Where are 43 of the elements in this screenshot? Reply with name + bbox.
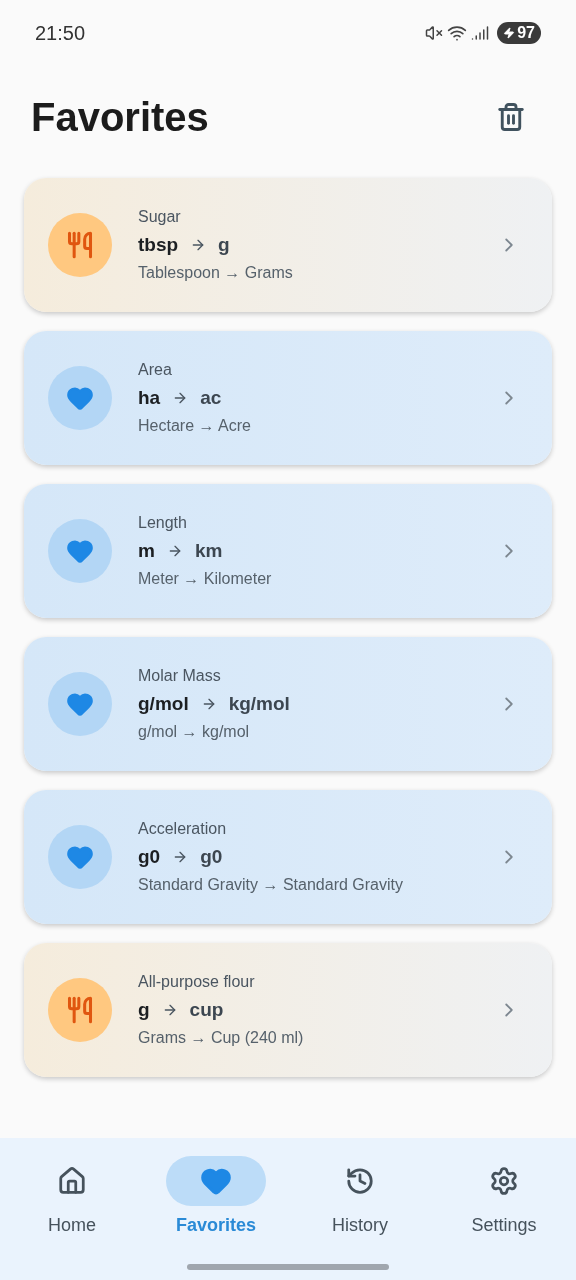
from-unit: g/mol — [138, 692, 189, 716]
delete-icon[interactable] — [496, 102, 526, 132]
category-label: Area — [138, 360, 173, 380]
page-title: Favorites — [31, 94, 209, 141]
category-label: Length — [138, 513, 188, 533]
favorite-card[interactable]: Acceleration g0 g0 Standard Gravity → Standard Gravity — [24, 790, 552, 924]
settings-icon — [489, 1166, 519, 1196]
nav-tab[interactable]: History — [300, 1156, 420, 1239]
history-icon — [345, 1166, 375, 1196]
from-unit: tbsp — [138, 233, 179, 257]
conversion-description: Tablespoon → Grams — [138, 263, 294, 283]
favorite-card[interactable]: All-purpose flour g cup Grams → Cup (240 ml) — [24, 943, 552, 1077]
conversion-description: g/mol → kg/mol — [138, 722, 251, 742]
conversion-description: Meter → Kilometer — [138, 569, 273, 589]
from-unit: g0 — [138, 845, 161, 869]
to-unit: km — [194, 539, 223, 563]
mute-icon — [425, 24, 444, 42]
category-label: Molar Mass — [138, 666, 222, 686]
favorite-card[interactable]: Sugar tbsp g Tablespoon → Grams — [24, 178, 552, 312]
home-icon — [57, 1166, 87, 1196]
from-unit: m — [138, 539, 155, 563]
nav-tab[interactable]: Home — [12, 1156, 132, 1239]
to-unit: kg/mol — [228, 692, 290, 716]
from-unit: g — [138, 998, 150, 1022]
category-label: Acceleration — [138, 819, 228, 839]
conversion-description: Grams → Cup (240 ml) — [138, 1028, 305, 1048]
to-unit: cup — [189, 998, 224, 1022]
to-unit: ac — [200, 386, 222, 410]
wifi-icon — [447, 23, 468, 43]
conversion-description: Standard Gravity → Standard Gravity — [138, 875, 404, 895]
nav-tab[interactable]: Settings — [444, 1156, 564, 1239]
signal-icon — [471, 24, 490, 42]
to-unit: g0 — [200, 845, 223, 869]
favorite-card[interactable]: Length m km Meter → Kilometer — [24, 484, 552, 618]
favorite-card[interactable]: Molar Mass g/mol kg/mol g/mol → kg/mol — [24, 637, 552, 771]
conversion-description: Hectare → Acre — [138, 416, 252, 436]
status-time: 21:50 — [35, 21, 86, 46]
favorite-card[interactable]: Area ha ac Hectare → Acre — [24, 331, 552, 465]
from-unit: ha — [138, 386, 161, 410]
to-unit: g — [218, 233, 230, 257]
battery-indicator: 97 — [497, 22, 541, 44]
category-label: All-purpose flour — [138, 972, 256, 992]
category-label: Sugar — [138, 207, 182, 227]
